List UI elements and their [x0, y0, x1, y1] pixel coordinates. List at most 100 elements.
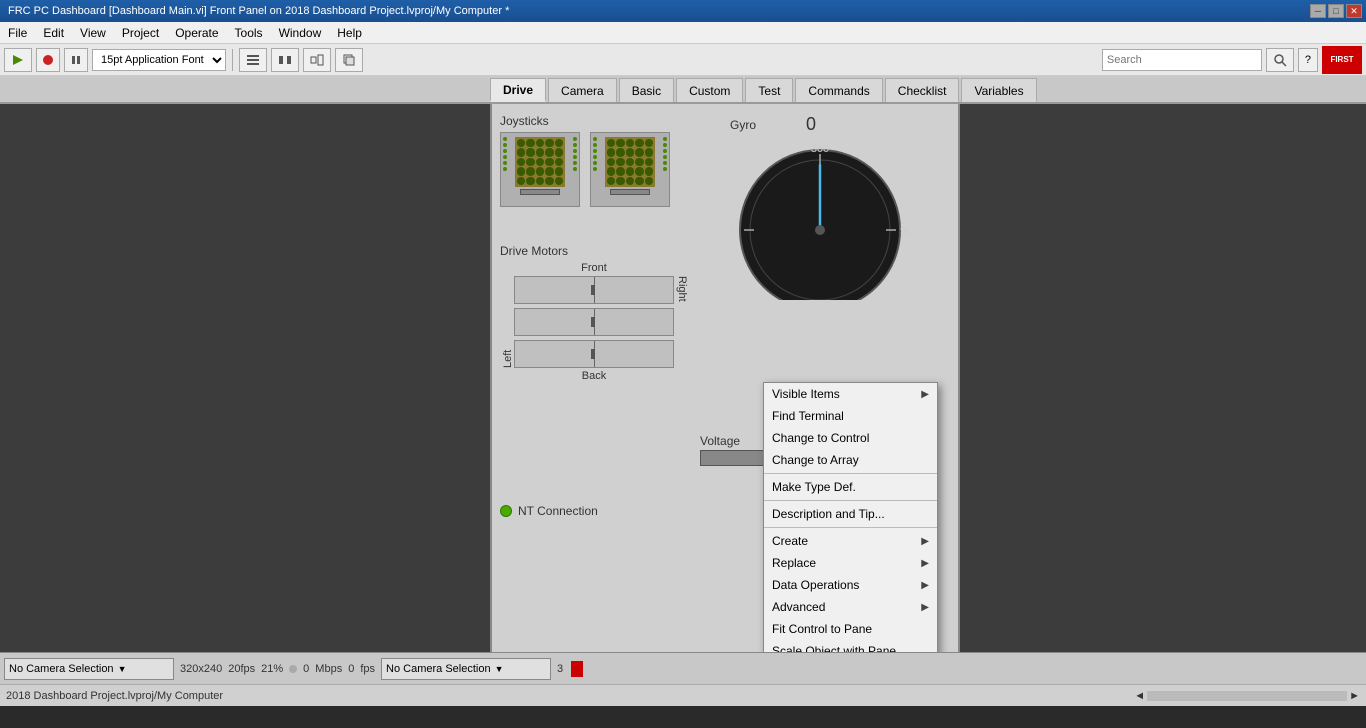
- dot: [663, 149, 667, 153]
- resize-button[interactable]: [303, 48, 331, 72]
- window-controls: ─ □ ✕: [1310, 4, 1362, 18]
- menu-operate[interactable]: Operate: [167, 22, 226, 43]
- run-arrow-button[interactable]: [4, 48, 32, 72]
- dot: [616, 177, 624, 185]
- menu-tools[interactable]: Tools: [227, 22, 271, 43]
- dot: [607, 167, 615, 175]
- dot: [503, 167, 507, 171]
- ctx-make-type-def[interactable]: Make Type Def.: [764, 476, 937, 498]
- ctx-find-terminal[interactable]: Find Terminal: [764, 405, 937, 427]
- dot: [635, 139, 643, 147]
- distribute-button[interactable]: [271, 48, 299, 72]
- joysticks-section: Joysticks: [500, 114, 670, 207]
- menu-bar: File Edit View Project Operate Tools Win…: [0, 22, 1366, 44]
- menu-view[interactable]: View: [72, 22, 114, 43]
- ctx-scale-object[interactable]: Scale Object with Pane: [764, 640, 937, 652]
- camera-fps-val: 0: [348, 663, 354, 675]
- font-select[interactable]: 15pt Application Font: [92, 49, 226, 71]
- search-button[interactable]: [1266, 48, 1294, 72]
- left-panel: [0, 104, 490, 652]
- tab-commands[interactable]: Commands: [795, 78, 882, 102]
- dot: [526, 139, 534, 147]
- dot: [503, 137, 507, 141]
- ctx-visible-items[interactable]: Visible Items ▶: [764, 383, 937, 405]
- dot: [635, 167, 643, 175]
- ctx-data-operations[interactable]: Data Operations ▶: [764, 574, 937, 596]
- nt-connection: NT Connection: [500, 504, 598, 518]
- minimize-button[interactable]: ─: [1310, 4, 1326, 18]
- joystick-2-right-dots: [663, 137, 667, 171]
- tab-basic[interactable]: Basic: [619, 78, 674, 102]
- dot: [593, 167, 597, 171]
- tab-camera[interactable]: Camera: [548, 78, 617, 102]
- joystick-2-grid: [605, 137, 655, 187]
- ctx-create[interactable]: Create ▶: [764, 530, 937, 552]
- motor-bar-1: [514, 276, 674, 304]
- drive-motors-section: Drive Motors Front Left: [500, 244, 688, 382]
- dot: [573, 161, 577, 165]
- first-logo: FIRST: [1322, 46, 1362, 74]
- dot: [517, 139, 525, 147]
- tab-drive[interactable]: Drive: [490, 78, 546, 102]
- ctx-description[interactable]: Description and Tip...: [764, 503, 937, 525]
- maximize-button[interactable]: □: [1328, 4, 1344, 18]
- dot: [645, 177, 653, 185]
- ctx-advanced[interactable]: Advanced ▶: [764, 596, 937, 618]
- dot: [573, 149, 577, 153]
- ctx-replace[interactable]: Replace ▶: [764, 552, 937, 574]
- camera-left-select[interactable]: No Camera Selection ▼: [4, 658, 174, 680]
- svg-text:-270: -270: [730, 225, 738, 237]
- ctx-change-to-array[interactable]: Change to Array: [764, 449, 937, 471]
- tab-test[interactable]: Test: [745, 78, 793, 102]
- ctx-fit-control[interactable]: Fit Control to Pane: [764, 618, 937, 640]
- tab-custom[interactable]: Custom: [676, 78, 743, 102]
- camera-bar: No Camera Selection ▼ 320x240 20fps 21% …: [0, 652, 1366, 684]
- dot: [626, 158, 634, 166]
- menu-help[interactable]: Help: [329, 22, 370, 43]
- menu-project[interactable]: Project: [114, 22, 167, 43]
- camera-fps-info: 20fps: [228, 663, 255, 675]
- ctx-replace-arrow: ▶: [921, 558, 929, 569]
- dot: [536, 148, 544, 156]
- close-button[interactable]: ✕: [1346, 4, 1362, 18]
- ctx-description-label: Description and Tip...: [772, 507, 885, 521]
- dot: [626, 139, 634, 147]
- motor-bars: [514, 276, 674, 368]
- motor-bar-3: [514, 340, 674, 368]
- menu-window[interactable]: Window: [271, 22, 330, 43]
- dot: [663, 137, 667, 141]
- motor-indicator: [591, 317, 595, 327]
- dot: [593, 149, 597, 153]
- pause-button[interactable]: [64, 48, 88, 72]
- drive-motors-back: Back: [500, 370, 688, 382]
- dot: [626, 167, 634, 175]
- align-button[interactable]: [239, 48, 267, 72]
- dot: [536, 158, 544, 166]
- joystick-2: [590, 132, 670, 207]
- scroll-left-icon[interactable]: ◄: [1134, 690, 1145, 702]
- stop-button[interactable]: [36, 48, 60, 72]
- help-button[interactable]: ?: [1298, 48, 1318, 72]
- tab-variables[interactable]: Variables: [961, 78, 1036, 102]
- ctx-find-terminal-label: Find Terminal: [772, 409, 844, 423]
- ctx-change-to-control[interactable]: Change to Control: [764, 427, 937, 449]
- menu-edit[interactable]: Edit: [35, 22, 72, 43]
- gyro-value: 0: [806, 114, 816, 135]
- context-menu: Visible Items ▶ Find Terminal Change to …: [763, 382, 938, 652]
- status-scrollbar[interactable]: ◄ ►: [1134, 690, 1360, 702]
- menu-file[interactable]: File: [0, 22, 35, 43]
- joystick-1-bar: [520, 189, 560, 195]
- camera-right-select[interactable]: No Camera Selection ▼: [381, 658, 551, 680]
- ctx-visible-items-arrow: ▶: [921, 389, 929, 400]
- toolbar: 15pt Application Font ? FIRST: [0, 44, 1366, 76]
- dot: [573, 143, 577, 147]
- order-button[interactable]: [335, 48, 363, 72]
- gyro-header: Gyro 0: [730, 114, 910, 135]
- dot: [555, 177, 563, 185]
- search-input[interactable]: [1102, 49, 1262, 71]
- tab-checklist[interactable]: Checklist: [885, 78, 960, 102]
- scroll-right-icon[interactable]: ►: [1349, 690, 1360, 702]
- dot: [645, 167, 653, 175]
- dot: [503, 143, 507, 147]
- ctx-fit-control-label: Fit Control to Pane: [772, 622, 872, 636]
